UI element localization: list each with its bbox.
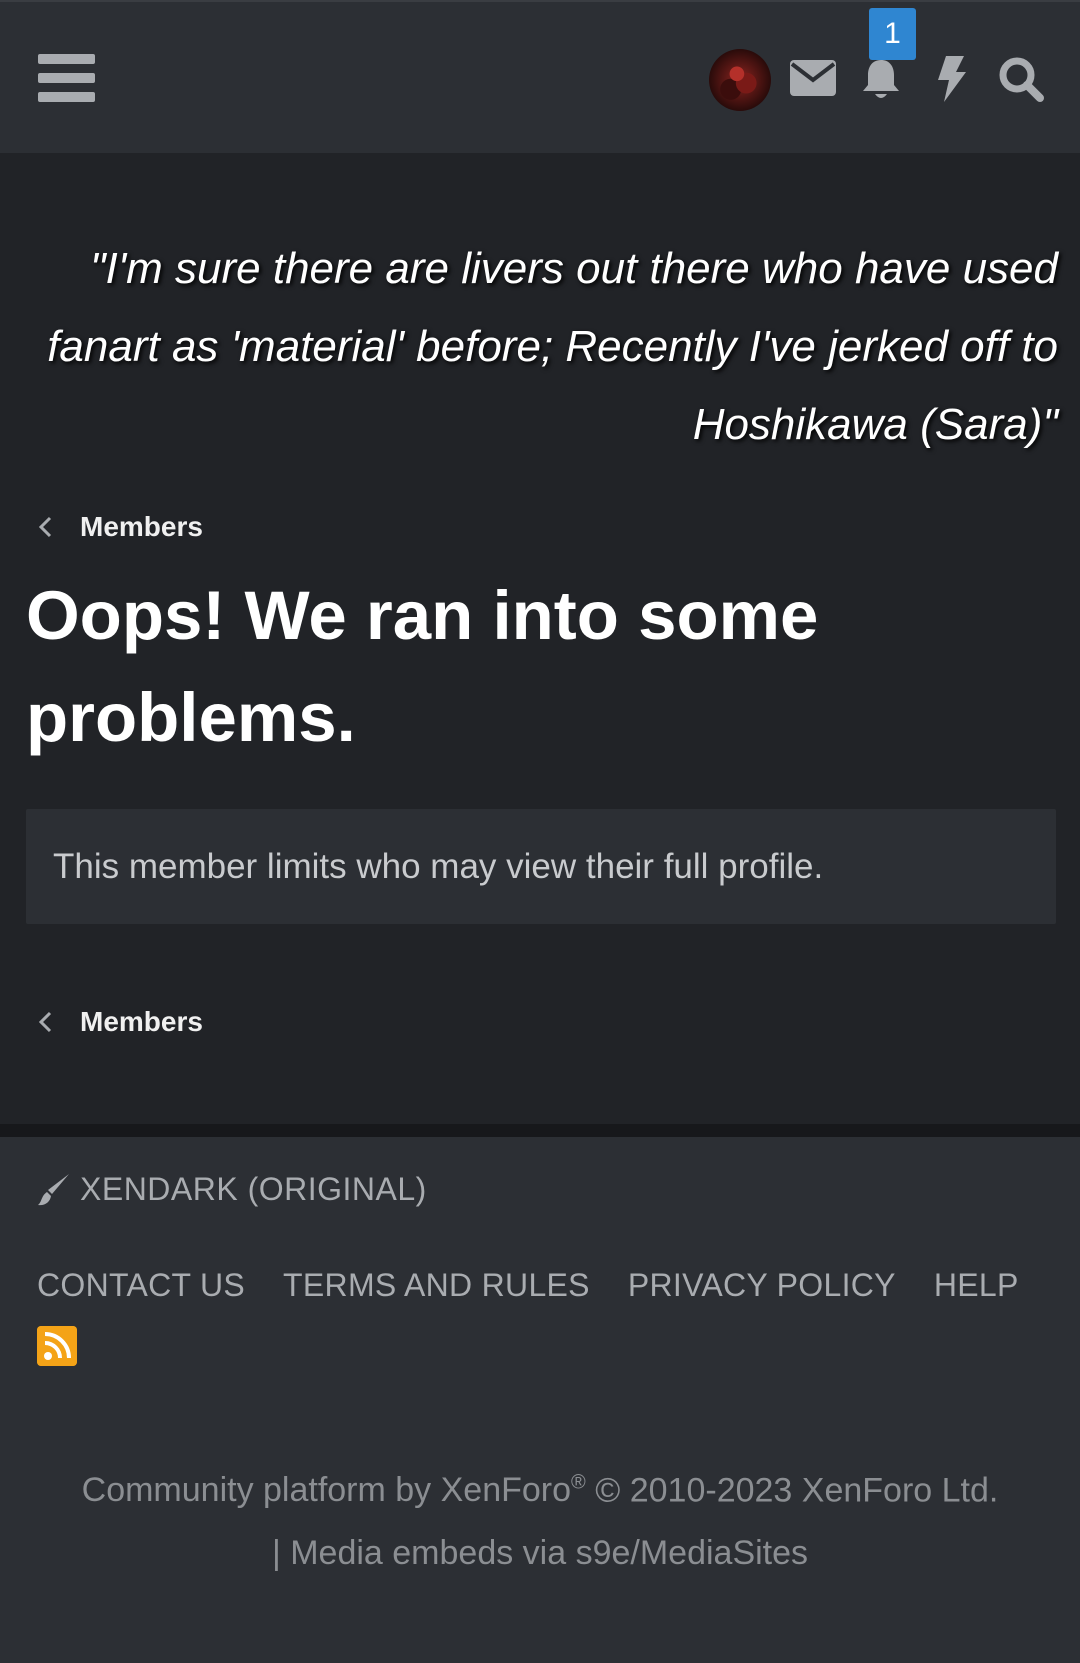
footer: XENDARK (ORIGINAL) CONTACT US TERMS AND … bbox=[0, 1137, 1080, 1436]
banner-quote: "I'm sure there are livers out there who… bbox=[47, 244, 1058, 449]
paint-brush-icon bbox=[38, 1173, 69, 1205]
blocked-notice: This member limits who may view their fu… bbox=[26, 809, 1056, 924]
breadcrumb-bottom[interactable]: Members bbox=[36, 1006, 203, 1038]
help-link[interactable]: HELP bbox=[934, 1267, 1019, 1304]
avatar[interactable] bbox=[709, 49, 771, 111]
notification-badge[interactable]: 1 bbox=[869, 8, 916, 60]
privacy-policy-link[interactable]: PRIVACY POLICY bbox=[628, 1267, 896, 1304]
breadcrumb-top[interactable]: Members bbox=[36, 511, 203, 543]
bell-icon[interactable] bbox=[860, 58, 902, 102]
menu-icon[interactable] bbox=[38, 54, 95, 104]
style-chooser[interactable]: XENDARK (ORIGINAL) bbox=[36, 1171, 427, 1208]
xenforo-link[interactable]: Community platform by XenForo® bbox=[82, 1471, 586, 1509]
media-sites-link[interactable]: | Media embeds via s9e/MediaSites bbox=[272, 1534, 808, 1572]
copyright: Community platform by XenForo® © 2010-20… bbox=[0, 1436, 1080, 1663]
mail-icon[interactable] bbox=[790, 60, 836, 96]
bolt-icon[interactable] bbox=[934, 56, 968, 102]
contact-us-link[interactable]: CONTACT US bbox=[37, 1267, 245, 1304]
terms-link[interactable]: TERMS AND RULES bbox=[283, 1267, 590, 1304]
search-icon[interactable] bbox=[998, 56, 1044, 102]
breadcrumb-label[interactable]: Members bbox=[80, 511, 203, 543]
footer-divider bbox=[0, 1124, 1080, 1137]
footer-links: CONTACT US TERMS AND RULES PRIVACY POLIC… bbox=[37, 1267, 1057, 1304]
top-navbar: 1 bbox=[0, 0, 1080, 153]
copyright-years: © 2010-2023 XenForo Ltd. bbox=[585, 1471, 999, 1510]
chevron-left-icon bbox=[38, 516, 52, 538]
page-title: Oops! We ran into some problems. bbox=[26, 577, 819, 756]
breadcrumb-label[interactable]: Members bbox=[80, 1006, 203, 1038]
style-name[interactable]: XENDARK (ORIGINAL) bbox=[80, 1171, 427, 1208]
chevron-left-icon bbox=[38, 1011, 52, 1033]
rss-icon[interactable] bbox=[37, 1326, 77, 1366]
